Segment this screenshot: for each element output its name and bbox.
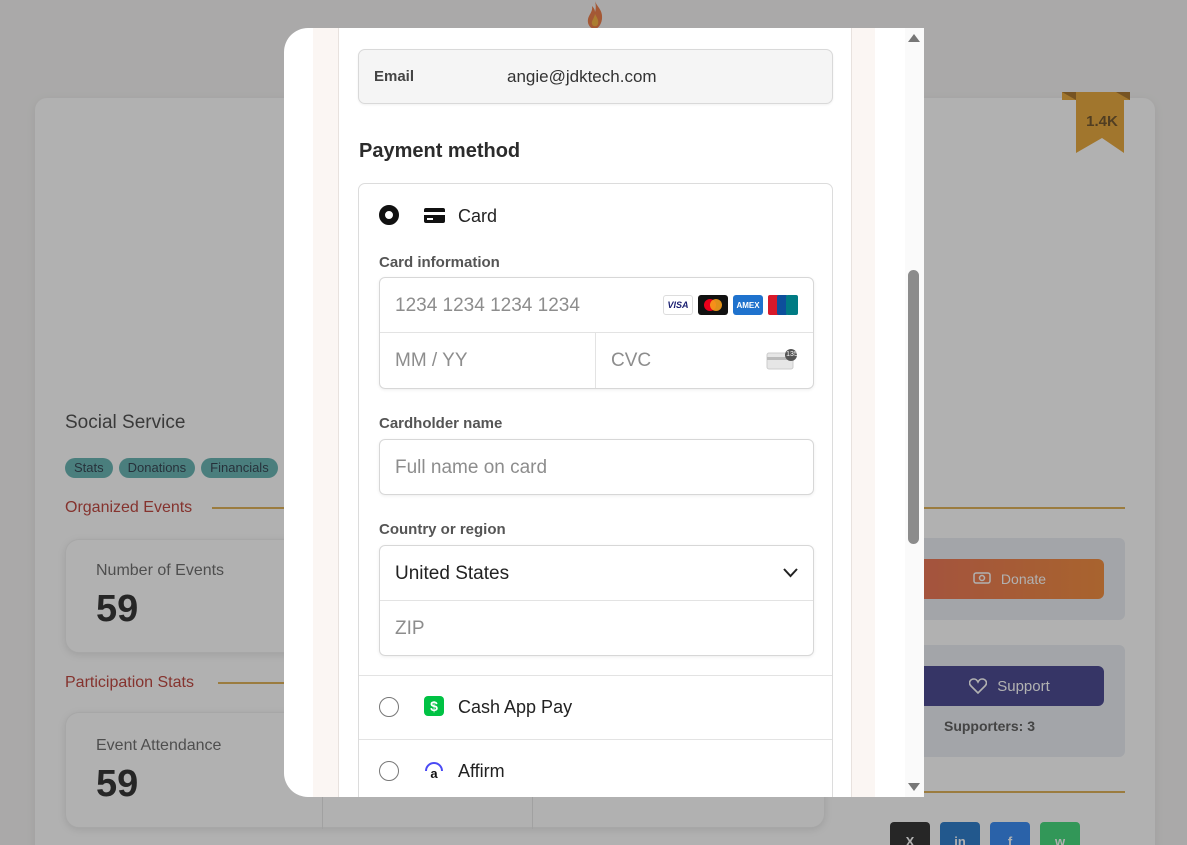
zip-input[interactable]: ZIP bbox=[380, 601, 813, 656]
email-value: angie@jdktech.com bbox=[507, 66, 657, 86]
card-information-label: Card information bbox=[379, 254, 500, 271]
expiry-placeholder: MM / YY bbox=[395, 350, 468, 371]
chevron-down-icon bbox=[783, 568, 798, 578]
cash-app-icon: $ bbox=[424, 696, 444, 716]
affirm-label: Affirm bbox=[458, 761, 505, 781]
payment-method-list: Card Card information 1234 1234 1234 123… bbox=[358, 183, 833, 797]
affirm-icon: a bbox=[425, 762, 443, 781]
unionpay-icon bbox=[768, 295, 798, 315]
country-label: Country or region bbox=[379, 521, 506, 538]
visa-icon: VISA bbox=[663, 295, 693, 315]
svg-text:$: $ bbox=[430, 698, 438, 714]
cash-app-radio[interactable] bbox=[379, 697, 399, 717]
cardholder-row: Full name on card bbox=[380, 440, 813, 495]
email-field[interactable]: Email angie@jdktech.com bbox=[358, 49, 833, 104]
card-option-label: Card bbox=[458, 206, 498, 226]
cash-app-option[interactable]: $ Cash App Pay bbox=[359, 675, 832, 739]
address-group: United States ZIP bbox=[379, 545, 814, 656]
cvc-badge: 135 bbox=[786, 351, 798, 358]
country-select[interactable]: United States bbox=[380, 546, 813, 601]
amex-icon: AMEX bbox=[733, 295, 763, 315]
card-icon bbox=[424, 208, 445, 223]
card-expiry-cvc-row: MM / YY CVC 135 bbox=[380, 333, 813, 388]
card-information-group: 1234 1234 1234 1234 VISA AMEX MM / YY CV… bbox=[379, 277, 814, 389]
cardholder-input[interactable]: Full name on card bbox=[379, 439, 814, 495]
cardholder-placeholder: Full name on card bbox=[395, 457, 548, 478]
payment-method-title: Payment method bbox=[359, 140, 521, 162]
cvc-placeholder: CVC bbox=[611, 350, 652, 371]
svg-text:a: a bbox=[430, 766, 438, 781]
scroll-down-icon[interactable] bbox=[908, 783, 920, 791]
card-radio[interactable] bbox=[379, 205, 399, 225]
zip-placeholder: ZIP bbox=[395, 618, 425, 639]
affirm-radio[interactable] bbox=[379, 761, 399, 781]
expiry-input[interactable]: MM / YY bbox=[380, 333, 596, 388]
country-value: United States bbox=[395, 563, 510, 584]
checkout-modal: Email angie@jdktech.com Payment method C… bbox=[284, 28, 924, 797]
cash-app-label: Cash App Pay bbox=[458, 697, 573, 717]
email-label: Email bbox=[374, 68, 415, 85]
card-number-placeholder: 1234 1234 1234 1234 bbox=[395, 295, 580, 316]
mastercard-icon bbox=[698, 295, 728, 315]
scrollbar-thumb[interactable] bbox=[908, 270, 919, 544]
cardholder-label: Cardholder name bbox=[379, 415, 503, 432]
scroll-up-icon[interactable] bbox=[908, 34, 920, 42]
cvc-input[interactable]: CVC 135 bbox=[596, 333, 814, 388]
card-number-input[interactable]: 1234 1234 1234 1234 VISA AMEX bbox=[380, 278, 813, 333]
affirm-option[interactable]: a Affirm bbox=[359, 739, 832, 797]
